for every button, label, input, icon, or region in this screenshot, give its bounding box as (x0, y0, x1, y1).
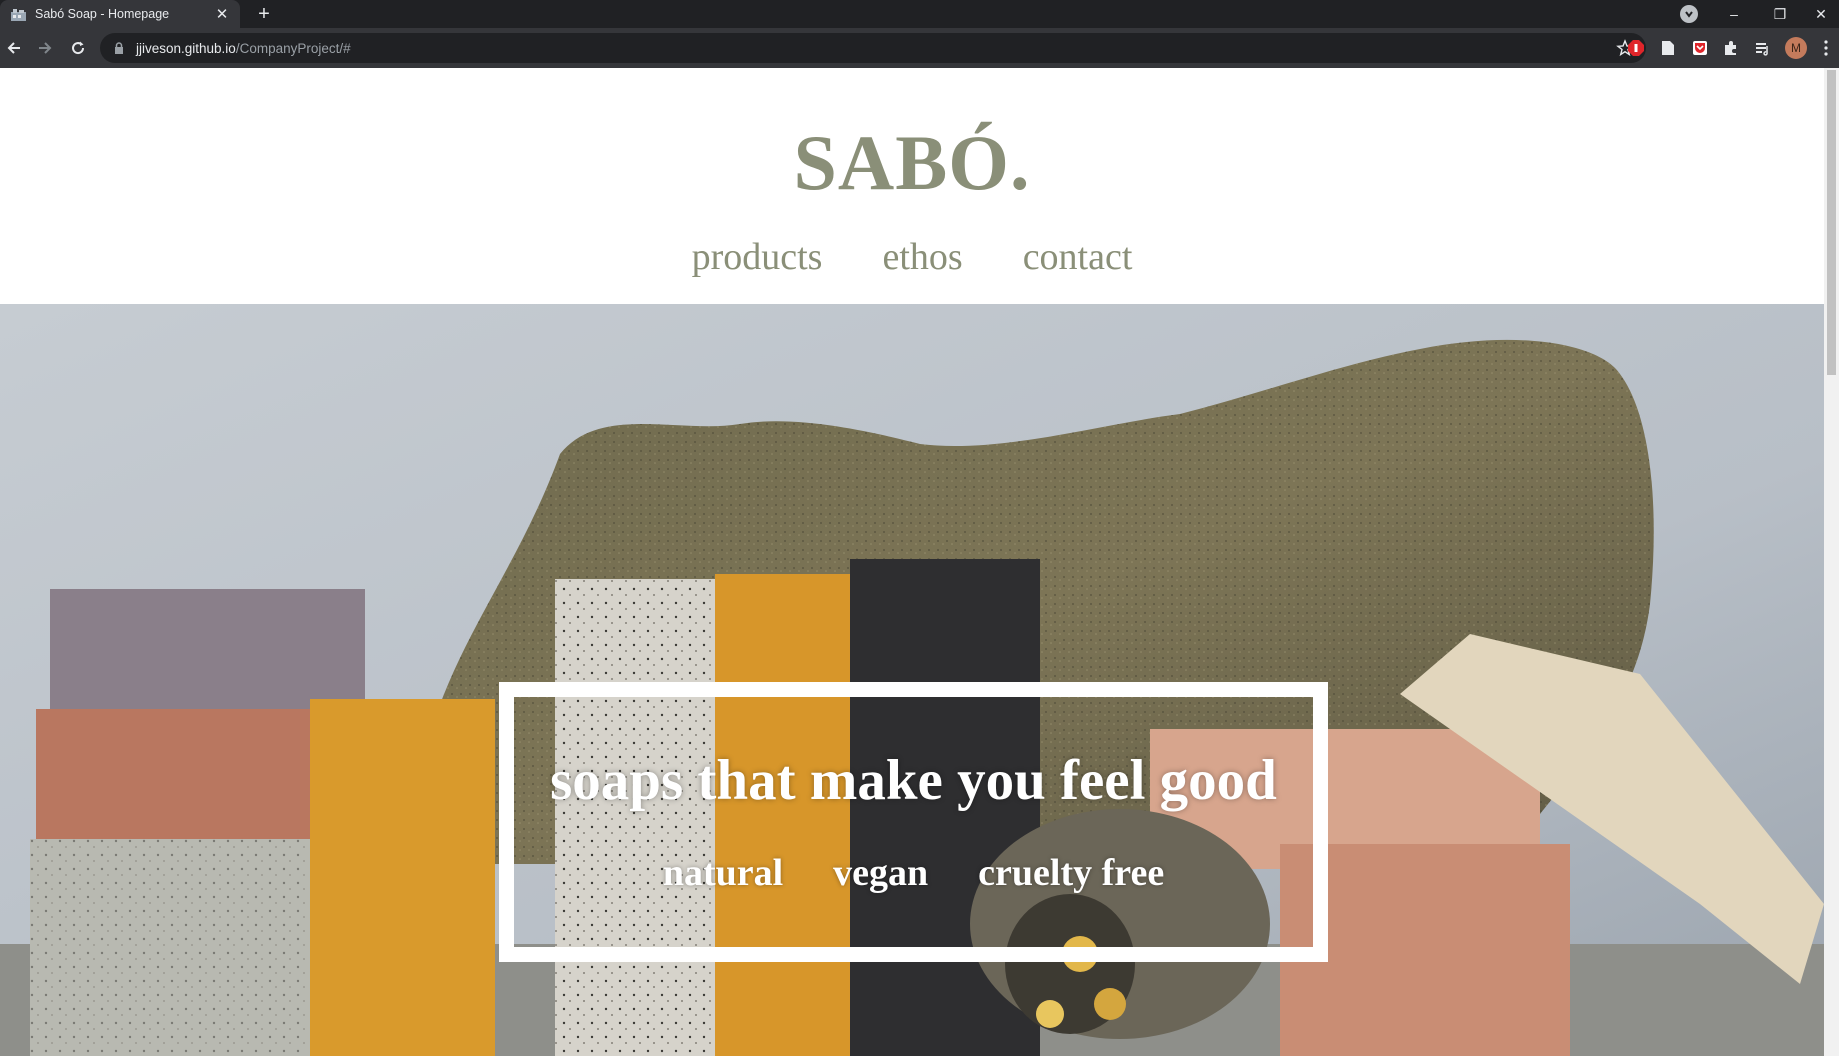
hero-section: soaps that make you feel good natural ve… (0, 304, 1824, 1056)
tab-close-icon[interactable]: ✕ (214, 5, 230, 23)
new-tab-button[interactable]: + (252, 2, 276, 26)
value-cruelty-free: cruelty free (978, 851, 1165, 894)
profile-avatar[interactable]: M (1785, 37, 1807, 59)
browser-toolbar: jjiveson.github.io/CompanyProject/# M (0, 28, 1839, 68)
adblock-extension-icon[interactable] (1626, 38, 1646, 58)
scrollbar-thumb[interactable] (1827, 70, 1836, 375)
nav-link-products[interactable]: products (692, 235, 823, 279)
forward-arrow-icon[interactable] (33, 36, 57, 60)
extensions-puzzle-icon[interactable] (1721, 38, 1741, 58)
pocket-extension-icon[interactable] (1690, 38, 1710, 58)
page-scrollbar[interactable] (1824, 68, 1839, 1056)
close-window-button[interactable]: ✕ (1803, 0, 1839, 28)
hero-tagline: soaps that make you feel good (550, 748, 1277, 812)
minimize-button[interactable]: – (1711, 0, 1757, 28)
url-host: jjiveson.github.io (136, 40, 236, 56)
nav-link-contact[interactable]: contact (1023, 235, 1133, 279)
site-logo[interactable]: SABÓ. (0, 118, 1824, 208)
media-queue-icon[interactable] (1753, 38, 1773, 58)
url-path: /CompanyProject/# (235, 40, 351, 56)
document-extension-icon[interactable] (1658, 38, 1678, 58)
lock-icon (112, 41, 126, 55)
browser-tab[interactable]: Sabó Soap - Homepage ✕ (0, 0, 240, 28)
nav-link-ethos[interactable]: ethos (882, 235, 962, 279)
value-vegan: vegan (833, 851, 929, 894)
main-nav: products ethos contact (0, 235, 1824, 279)
back-arrow-icon[interactable] (2, 36, 26, 60)
reload-icon[interactable] (66, 36, 90, 60)
menu-kebab-icon[interactable] (1816, 38, 1836, 58)
tagline-frame: soaps that make you feel good natural ve… (499, 682, 1328, 962)
browser-tab-bar: Sabó Soap - Homepage ✕ + – ❐ ✕ (0, 0, 1839, 28)
restore-button[interactable]: ❐ (1757, 0, 1803, 28)
site-favicon-icon (10, 7, 27, 21)
tab-title: Sabó Soap - Homepage (35, 7, 170, 21)
tab-search-icon[interactable] (1680, 5, 1698, 23)
brand-values: natural vegan cruelty free (638, 851, 1189, 895)
page-viewport: SABÓ. products ethos contact soaps that … (0, 68, 1839, 1056)
value-natural: natural (662, 851, 784, 894)
address-bar[interactable]: jjiveson.github.io/CompanyProject/# (100, 33, 1646, 63)
